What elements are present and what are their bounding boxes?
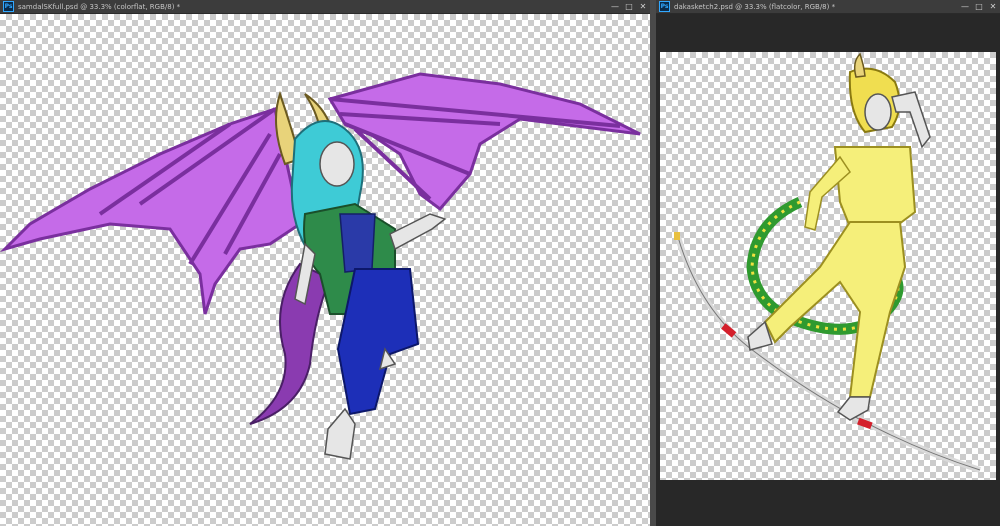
photoshop-icon: Ps bbox=[3, 1, 14, 12]
minimize-icon[interactable]: — bbox=[608, 0, 622, 13]
pants bbox=[336, 268, 420, 416]
left-wing bbox=[0, 107, 302, 315]
pants bbox=[763, 221, 907, 398]
maximize-icon[interactable]: □ bbox=[972, 0, 986, 13]
right-document-tab[interactable]: Ps dakasketch2.psd @ 33.3% (flatcolor, R… bbox=[656, 0, 1000, 14]
photoshop-icon: Ps bbox=[659, 1, 670, 12]
shirt bbox=[833, 146, 917, 228]
minimize-icon[interactable]: — bbox=[958, 0, 972, 13]
right-wing bbox=[327, 72, 641, 212]
left-artwork bbox=[0, 72, 641, 460]
close-icon[interactable]: ✕ bbox=[986, 0, 1000, 13]
maximize-icon[interactable]: □ bbox=[622, 0, 636, 13]
close-icon[interactable]: ✕ bbox=[636, 0, 650, 13]
right-document-window: Ps dakasketch2.psd @ 33.3% (flatcolor, R… bbox=[656, 0, 1000, 526]
shirt bbox=[339, 213, 376, 273]
left-canvas[interactable] bbox=[0, 14, 650, 526]
left-document-tab[interactable]: Ps samdalSKfull.psd @ 33.3% (colorflat, … bbox=[0, 0, 650, 14]
tail bbox=[249, 262, 332, 425]
left-document-title: samdalSKfull.psd @ 33.3% (colorflat, RGB… bbox=[18, 2, 181, 11]
right-artwork bbox=[674, 52, 981, 473]
right-document-title: dakasketch2.psd @ 33.3% (flatcolor, RGB/… bbox=[674, 2, 836, 11]
left-document-window: Ps samdalSKfull.psd @ 33.3% (colorflat, … bbox=[0, 0, 650, 526]
right-canvas[interactable] bbox=[660, 52, 996, 480]
